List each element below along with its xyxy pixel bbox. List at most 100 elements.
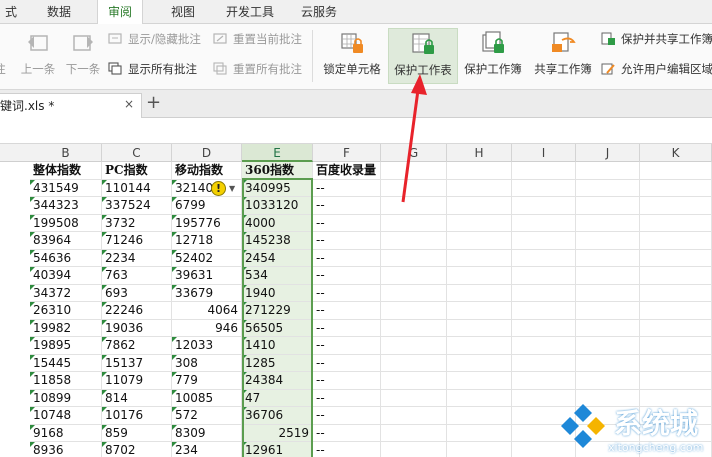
tab-review[interactable]: 审阅 bbox=[97, 0, 143, 25]
cell[interactable] bbox=[447, 267, 512, 285]
cell[interactable]: 110144 bbox=[102, 179, 172, 197]
cell[interactable] bbox=[640, 197, 712, 215]
cell[interactable]: 10085 bbox=[172, 389, 242, 407]
cell[interactable] bbox=[576, 337, 640, 355]
cell[interactable]: 8702 bbox=[102, 442, 172, 457]
cell[interactable] bbox=[512, 319, 576, 337]
cell[interactable]: 340995 bbox=[242, 179, 313, 197]
cell[interactable] bbox=[640, 284, 712, 302]
cell[interactable] bbox=[576, 214, 640, 232]
cell[interactable] bbox=[447, 424, 512, 442]
cell[interactable]: 19895 bbox=[30, 337, 102, 355]
cell[interactable]: 271229 bbox=[242, 302, 313, 320]
new-tab-button[interactable]: + bbox=[146, 92, 161, 114]
cell[interactable] bbox=[447, 372, 512, 390]
cell[interactable]: 199508 bbox=[30, 214, 102, 232]
cell[interactable] bbox=[512, 284, 576, 302]
column-header-g[interactable]: G bbox=[381, 144, 447, 162]
cell[interactable]: -- bbox=[313, 354, 381, 372]
cell[interactable]: -- bbox=[313, 442, 381, 457]
cell[interactable] bbox=[447, 232, 512, 250]
cell[interactable]: 26310 bbox=[30, 302, 102, 320]
reset-current-comment-button[interactable]: 重置当前批注 bbox=[213, 30, 302, 48]
cell[interactable]: -- bbox=[313, 232, 381, 250]
cell[interactable]: -- bbox=[313, 407, 381, 425]
column-header-b[interactable]: B bbox=[30, 144, 102, 162]
cell[interactable]: 11858 bbox=[30, 372, 102, 390]
cell[interactable]: 8936 bbox=[30, 442, 102, 457]
show-all-comments-button[interactable]: 显示所有批注 bbox=[108, 60, 197, 78]
cell[interactable] bbox=[381, 424, 447, 442]
column-header-d[interactable]: D bbox=[172, 144, 242, 162]
cell[interactable] bbox=[447, 179, 512, 197]
cell[interactable]: 859 bbox=[102, 424, 172, 442]
cell[interactable]: 19982 bbox=[30, 319, 102, 337]
cell[interactable]: 52402 bbox=[172, 249, 242, 267]
close-icon[interactable]: × bbox=[124, 97, 134, 111]
cell[interactable]: 145238 bbox=[242, 232, 313, 250]
cell[interactable]: 10176 bbox=[102, 407, 172, 425]
cell[interactable] bbox=[381, 214, 447, 232]
cell[interactable]: 195776 bbox=[172, 214, 242, 232]
cell[interactable]: -- bbox=[313, 214, 381, 232]
cell[interactable]: -- bbox=[313, 284, 381, 302]
cell[interactable] bbox=[576, 179, 640, 197]
header-cell[interactable] bbox=[381, 162, 447, 180]
cell[interactable]: -- bbox=[313, 197, 381, 215]
cell[interactable] bbox=[512, 214, 576, 232]
cell[interactable]: 763 bbox=[102, 267, 172, 285]
cell[interactable]: 83964 bbox=[30, 232, 102, 250]
cell[interactable] bbox=[640, 249, 712, 267]
cell[interactable]: 572 bbox=[172, 407, 242, 425]
cell[interactable] bbox=[381, 284, 447, 302]
cell[interactable]: 4064 bbox=[172, 302, 242, 320]
cell[interactable]: 337524 bbox=[102, 197, 172, 215]
cell[interactable] bbox=[512, 197, 576, 215]
cell[interactable] bbox=[576, 249, 640, 267]
header-cell[interactable] bbox=[512, 162, 576, 180]
cell[interactable]: 2234 bbox=[102, 249, 172, 267]
cell[interactable]: -- bbox=[313, 372, 381, 390]
cell[interactable]: 22246 bbox=[102, 302, 172, 320]
cell[interactable] bbox=[640, 214, 712, 232]
cell[interactable]: 779 bbox=[172, 372, 242, 390]
cell[interactable] bbox=[640, 179, 712, 197]
protect-workbook-button[interactable]: 保护工作簿 bbox=[460, 28, 526, 84]
share-workbook-button[interactable]: 共享工作簿 bbox=[530, 28, 596, 84]
cell[interactable]: 10748 bbox=[30, 407, 102, 425]
cell[interactable] bbox=[512, 337, 576, 355]
cell[interactable] bbox=[447, 302, 512, 320]
cell[interactable]: -- bbox=[313, 267, 381, 285]
cell[interactable]: 4000 bbox=[242, 214, 313, 232]
header-cell[interactable] bbox=[576, 162, 640, 180]
cell[interactable]: 234 bbox=[172, 442, 242, 457]
protect-and-share-button[interactable]: 保护并共享工作簿 bbox=[601, 30, 712, 48]
chevron-down-icon[interactable]: ▼ bbox=[229, 181, 235, 196]
cell[interactable]: 308 bbox=[172, 354, 242, 372]
cell[interactable]: -- bbox=[313, 319, 381, 337]
cell[interactable] bbox=[447, 337, 512, 355]
cell[interactable] bbox=[447, 407, 512, 425]
cell[interactable]: 6799 bbox=[172, 197, 242, 215]
cell[interactable]: 946 bbox=[172, 319, 242, 337]
header-cell[interactable]: 移动指数 bbox=[172, 162, 242, 180]
cell[interactable]: 693 bbox=[102, 284, 172, 302]
cell[interactable]: -- bbox=[313, 179, 381, 197]
cell[interactable]: 56505 bbox=[242, 319, 313, 337]
warning-icon[interactable]: ! bbox=[211, 181, 226, 196]
cell[interactable]: 15137 bbox=[102, 354, 172, 372]
cell[interactable] bbox=[640, 337, 712, 355]
cell[interactable] bbox=[512, 372, 576, 390]
cell[interactable] bbox=[447, 442, 512, 457]
cell[interactable]: -- bbox=[313, 302, 381, 320]
header-cell[interactable] bbox=[447, 162, 512, 180]
cell[interactable]: 11079 bbox=[102, 372, 172, 390]
protect-sheet-button[interactable]: 保护工作表 bbox=[388, 28, 458, 84]
cell[interactable]: 15445 bbox=[30, 354, 102, 372]
cell[interactable] bbox=[381, 319, 447, 337]
cell[interactable]: 34372 bbox=[30, 284, 102, 302]
cell[interactable] bbox=[381, 302, 447, 320]
cell[interactable] bbox=[512, 232, 576, 250]
column-header-i[interactable]: I bbox=[512, 144, 576, 162]
cell[interactable] bbox=[512, 249, 576, 267]
